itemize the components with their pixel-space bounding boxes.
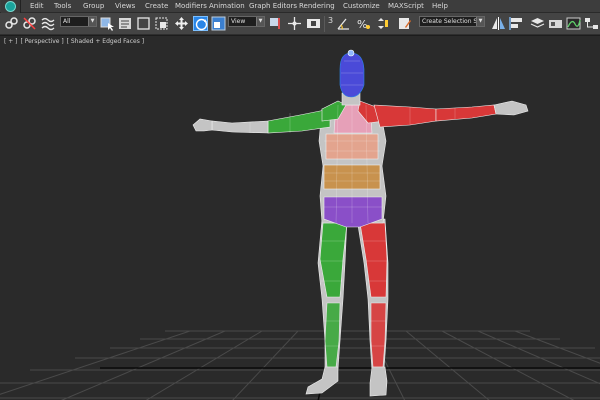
menu-customize[interactable]: Customize <box>343 2 380 11</box>
left-forearm-mesh <box>211 120 269 134</box>
percent-snap-icon[interactable]: % <box>356 16 371 31</box>
head-gizmo <box>347 49 355 57</box>
right-foot <box>369 366 388 397</box>
named-selection-set-value: Create Selection S <box>422 18 478 25</box>
rect-region-icon[interactable] <box>136 16 151 31</box>
left-foot <box>305 366 339 395</box>
chevron-down-icon: ▼ <box>256 17 264 26</box>
pivot-icon[interactable] <box>268 16 283 31</box>
menu-graph-editors[interactable]: Graph Editors <box>249 2 297 11</box>
angle-snap-icon[interactable] <box>336 16 351 31</box>
app-logo-icon <box>5 1 16 12</box>
unlink-icon[interactable] <box>22 16 37 31</box>
right-calf-bone <box>370 302 387 368</box>
mirror-icon[interactable] <box>491 16 506 31</box>
rotate-icon[interactable] <box>193 16 208 31</box>
menu-create[interactable]: Create <box>145 2 168 11</box>
perspective-viewport[interactable]: [ + ] [ Perspective ] [ Shaded + Edged F… <box>0 35 600 400</box>
chevron-down-icon: ▼ <box>476 17 484 26</box>
selection-filter-dropdown[interactable]: All ▼ <box>60 16 97 27</box>
align-icon[interactable] <box>509 16 524 31</box>
select-link-icon[interactable] <box>4 16 19 31</box>
main-toolbar: All ▼ View ▼ 3 % Create Selection S ▼ <box>0 13 600 35</box>
manipulate-icon[interactable] <box>287 16 302 31</box>
layer-manager-icon[interactable] <box>530 16 545 31</box>
right-upper-arm-mesh <box>373 104 437 128</box>
graphite-ribbon-icon[interactable] <box>548 16 563 31</box>
menu-tools[interactable]: Tools <box>54 2 71 11</box>
menu-group[interactable]: Group <box>83 2 104 11</box>
snap-toggle-icon[interactable]: 3 <box>328 16 333 25</box>
spinner-snap-icon[interactable] <box>375 16 390 31</box>
application-button[interactable] <box>1 0 21 13</box>
grid-axis-lines <box>100 330 600 400</box>
biped-character-model[interactable] <box>192 49 529 397</box>
menu-modifiers[interactable]: Modifiers <box>175 2 207 11</box>
svg-text:%: % <box>357 18 367 31</box>
window-crossing-icon[interactable] <box>154 16 169 31</box>
chevron-down-icon: ▼ <box>88 17 96 26</box>
scale-icon[interactable] <box>211 16 226 31</box>
reference-coord-dropdown[interactable]: View ▼ <box>228 16 265 27</box>
scene-canvas <box>0 49 600 400</box>
menu-views[interactable]: Views <box>115 2 135 11</box>
home-grid <box>0 330 600 400</box>
move-icon[interactable] <box>174 16 189 31</box>
right-hand <box>493 100 529 116</box>
left-hand <box>192 118 213 132</box>
menu-rendering[interactable]: Rendering <box>299 2 335 11</box>
keyboard-shortcut-icon[interactable] <box>306 16 321 31</box>
schematic-view-icon[interactable] <box>584 16 599 31</box>
toolbar-separator <box>324 16 325 32</box>
bind-spacewarp-icon[interactable] <box>40 16 55 31</box>
menu-edit[interactable]: Edit <box>30 2 44 11</box>
menu-maxscript[interactable]: MAXScript <box>388 2 424 11</box>
curve-editor-icon[interactable] <box>566 16 581 31</box>
edit-named-sets-icon[interactable] <box>397 16 412 31</box>
selection-filter-value: All <box>63 18 71 25</box>
menu-animation[interactable]: Animation <box>209 2 245 11</box>
right-forearm-mesh <box>435 104 497 122</box>
named-selection-set-dropdown[interactable]: Create Selection S ▼ <box>419 16 485 27</box>
menu-help[interactable]: Help <box>432 2 448 11</box>
menu-bar: Edit Tools Group Views Create Modifiers … <box>0 0 600 13</box>
select-object-icon[interactable] <box>100 16 115 31</box>
select-by-name-icon[interactable] <box>118 16 133 31</box>
head-bone <box>339 52 365 98</box>
reference-coord-value: View <box>231 18 246 25</box>
